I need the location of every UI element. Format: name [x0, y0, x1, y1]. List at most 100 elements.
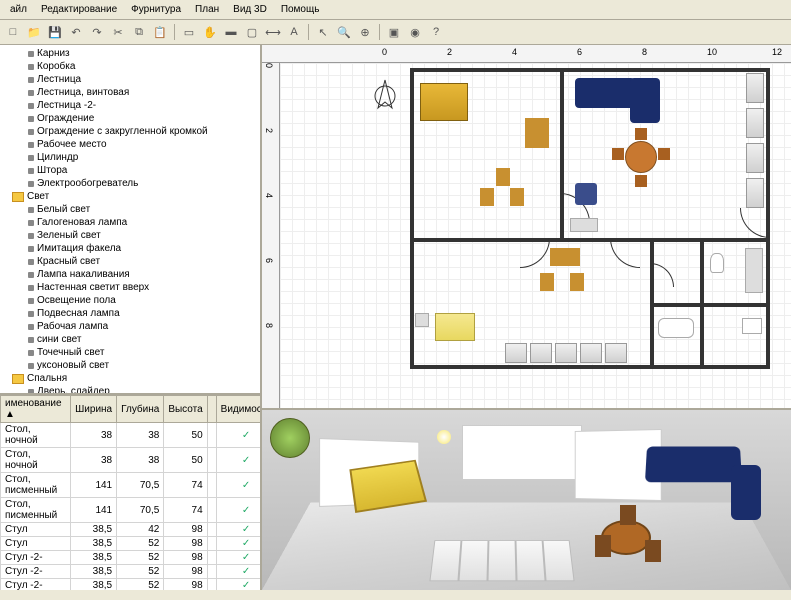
- door[interactable]: [650, 263, 674, 287]
- bathtub[interactable]: [658, 318, 694, 338]
- new-icon[interactable]: □: [4, 23, 22, 41]
- wall[interactable]: [410, 68, 770, 72]
- tree-item[interactable]: уксоновый свет: [2, 359, 258, 372]
- pan-icon[interactable]: ✋: [201, 23, 219, 41]
- room-icon[interactable]: ▢: [243, 23, 261, 41]
- cabinet[interactable]: [746, 108, 764, 138]
- round-table[interactable]: [625, 141, 657, 173]
- tree-item[interactable]: Лампа накаливания: [2, 268, 258, 281]
- bunk-bed[interactable]: [420, 83, 468, 121]
- tree-item[interactable]: Зеленый свет: [2, 229, 258, 242]
- tree-item[interactable]: Белый свет: [2, 203, 258, 216]
- text-icon[interactable]: A: [285, 23, 303, 41]
- plan-2d-view[interactable]: 024681012 02468: [262, 45, 791, 410]
- door[interactable]: [610, 238, 640, 268]
- tree-item[interactable]: Рабочее место: [2, 138, 258, 151]
- sink[interactable]: [742, 318, 762, 334]
- stool[interactable]: [496, 168, 510, 186]
- column-header[interactable]: Высота: [164, 396, 207, 423]
- wall[interactable]: [410, 68, 414, 368]
- desk[interactable]: [550, 248, 580, 266]
- fridge[interactable]: [746, 73, 764, 103]
- cabinet[interactable]: [746, 178, 764, 208]
- column-header[interactable]: Глубина: [117, 396, 164, 423]
- zoom-icon[interactable]: 🔍: [335, 23, 353, 41]
- tree-item[interactable]: Электрообогреватель: [2, 177, 258, 190]
- cabinet[interactable]: [746, 143, 764, 173]
- cut-icon[interactable]: ✂: [109, 23, 127, 41]
- table-row[interactable]: Стол, ночной383850✓: [1, 423, 261, 448]
- tree-item[interactable]: Лестница -2-: [2, 99, 258, 112]
- column-header[interactable]: Ширина: [71, 396, 117, 423]
- menu-item[interactable]: Редактирование: [35, 2, 123, 17]
- redo-icon[interactable]: ↷: [88, 23, 106, 41]
- chair[interactable]: [658, 148, 670, 160]
- door[interactable]: [740, 208, 770, 238]
- menu-item[interactable]: План: [189, 2, 225, 17]
- table-row[interactable]: Стол, писменный14170,574✓: [1, 498, 261, 523]
- wall-icon[interactable]: ▬: [222, 23, 240, 41]
- kitchen-cabinet[interactable]: [580, 343, 602, 363]
- tree-item[interactable]: Ограждение с закругленной кромкой: [2, 125, 258, 138]
- menu-item[interactable]: айл: [4, 2, 33, 17]
- tree-item[interactable]: Галогеновая лампа: [2, 216, 258, 229]
- stool[interactable]: [510, 188, 524, 206]
- tree-item[interactable]: Точечный свет: [2, 346, 258, 359]
- tree-item[interactable]: Красный свет: [2, 255, 258, 268]
- arrow-icon[interactable]: ↖: [314, 23, 332, 41]
- desk[interactable]: [525, 118, 549, 148]
- chair[interactable]: [635, 175, 647, 187]
- chair-3d[interactable]: [595, 535, 611, 557]
- tree-item[interactable]: Коробка: [2, 60, 258, 73]
- tree-item[interactable]: Карниз: [2, 47, 258, 60]
- table-row[interactable]: Стул -2-38,55298✓: [1, 551, 261, 565]
- kitchen-cabinet[interactable]: [555, 343, 577, 363]
- save-icon[interactable]: 💾: [46, 23, 64, 41]
- wall[interactable]: [410, 238, 770, 242]
- tree-item[interactable]: Подвесная лампа: [2, 307, 258, 320]
- render-icon[interactable]: ◉: [406, 23, 424, 41]
- tree-item[interactable]: Имитация факела: [2, 242, 258, 255]
- shelf[interactable]: [745, 248, 763, 293]
- tree-item[interactable]: Цилиндр: [2, 151, 258, 164]
- kitchen-cabinet[interactable]: [505, 343, 527, 363]
- plan-grid[interactable]: [280, 63, 791, 408]
- tree-folder[interactable]: Спальня: [2, 372, 258, 385]
- column-header[interactable]: [207, 396, 216, 423]
- tv[interactable]: [570, 218, 598, 232]
- bed[interactable]: [435, 313, 475, 341]
- nav-compass-icon[interactable]: [270, 418, 310, 458]
- tree-item[interactable]: Лестница: [2, 73, 258, 86]
- menu-item[interactable]: Вид 3D: [227, 2, 273, 17]
- tree-item[interactable]: Ограждение: [2, 112, 258, 125]
- nightstand[interactable]: [415, 313, 429, 327]
- menu-item[interactable]: Помощь: [275, 2, 326, 17]
- sofa-3d[interactable]: [731, 465, 761, 520]
- door[interactable]: [520, 238, 550, 268]
- sofa-section[interactable]: [630, 78, 660, 123]
- chair-3d[interactable]: [645, 540, 661, 562]
- wall[interactable]: [650, 303, 770, 307]
- wall[interactable]: [410, 365, 770, 369]
- stool[interactable]: [480, 188, 494, 206]
- tree-item[interactable]: Штора: [2, 164, 258, 177]
- stool[interactable]: [570, 273, 584, 291]
- toilet[interactable]: [710, 253, 724, 273]
- furniture-tree[interactable]: КарнизКоробкаЛестницаЛестница, винтоваяЛ…: [0, 45, 260, 395]
- table-row[interactable]: Стол, ночной383850✓: [1, 448, 261, 473]
- stool[interactable]: [540, 273, 554, 291]
- view-3d[interactable]: [262, 410, 791, 590]
- zoom-in-icon[interactable]: ⊕: [356, 23, 374, 41]
- chair[interactable]: [635, 128, 647, 140]
- menu-item[interactable]: Фурнитура: [125, 2, 187, 17]
- kitchen-3d[interactable]: [429, 540, 574, 581]
- copy-icon[interactable]: ⧉: [130, 23, 148, 41]
- table-row[interactable]: Стул38,54298✓: [1, 523, 261, 537]
- tree-item[interactable]: Лестница, винтовая: [2, 86, 258, 99]
- armchair[interactable]: [575, 183, 597, 205]
- tree-item[interactable]: Освещение пола: [2, 294, 258, 307]
- undo-icon[interactable]: ↶: [67, 23, 85, 41]
- sofa-3d[interactable]: [645, 447, 742, 483]
- paste-icon[interactable]: 📋: [151, 23, 169, 41]
- chair[interactable]: [612, 148, 624, 160]
